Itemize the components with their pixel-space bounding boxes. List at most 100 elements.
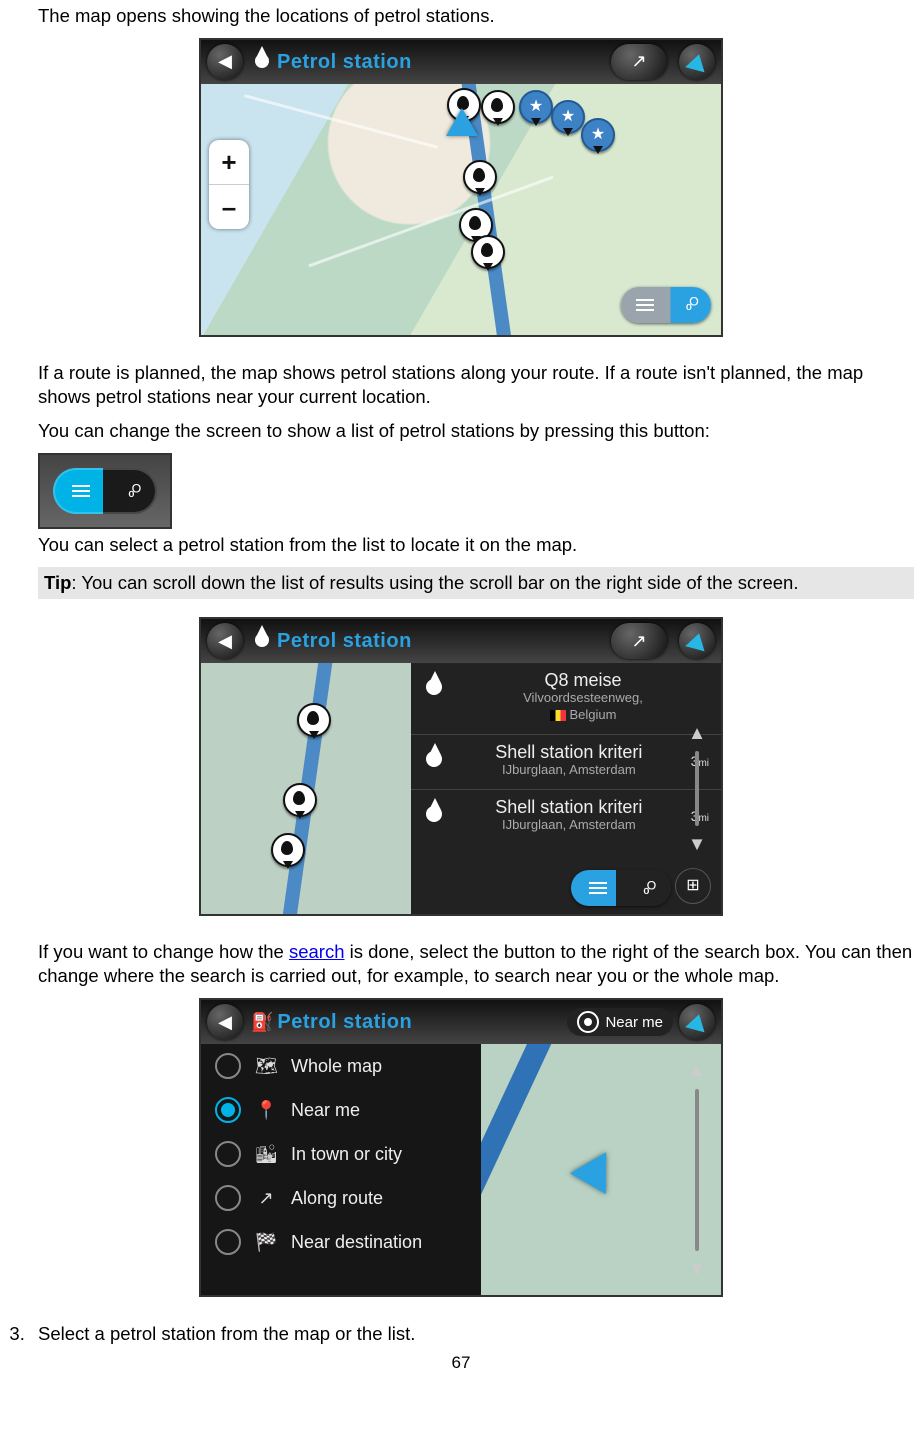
result-subtitle: IJburglaan, Amsterdam	[457, 762, 681, 779]
map-list-toggle[interactable]: ៰ᴼ	[571, 870, 671, 906]
option-label: Whole map	[291, 1055, 382, 1078]
radio-selected-icon	[215, 1097, 241, 1123]
scope-option-whole-map[interactable]: 🗺 Whole map	[201, 1044, 481, 1088]
radio-icon	[215, 1141, 241, 1167]
screenshot-map-petrol: ◀ Petrol station ↗ + – ★ ★ ★	[199, 38, 723, 337]
favorite-pin[interactable]: ★	[519, 90, 553, 124]
option-label: Near me	[291, 1099, 360, 1122]
pins-icon: ៰ᴼ	[128, 480, 138, 503]
back-button[interactable]: ◀	[207, 623, 243, 659]
zoom-in-button[interactable]: +	[209, 140, 249, 185]
list-item[interactable]: Q8 meise Vilvoordsesteenweg, Belgium	[411, 663, 721, 735]
target-icon	[577, 1011, 599, 1033]
city-icon: 🏙	[255, 1143, 277, 1166]
scope-current-pill[interactable]: Near me	[567, 1008, 673, 1036]
compass-button[interactable]	[679, 623, 715, 659]
petrol-pin[interactable]	[481, 90, 515, 124]
petrol-drop-icon	[423, 673, 447, 701]
route-line	[481, 1044, 561, 1295]
result-subtitle: Vilvoordsesteenweg,	[457, 690, 709, 707]
tip-label: Tip	[44, 572, 71, 593]
search-top-bar: ◀ ⛽ Petrol station Near me	[201, 1000, 721, 1044]
scroll-bar[interactable]: ▲ ▼	[681, 1058, 713, 1281]
step-3: Select a petrol station from the map or …	[30, 1322, 922, 1346]
scope-option-near-destination[interactable]: 🏁 Near destination	[201, 1220, 481, 1264]
current-location-chevron	[446, 108, 478, 136]
radio-icon	[215, 1229, 241, 1255]
list-toggle-button[interactable]: ៰ᴼ	[53, 468, 157, 514]
search-label[interactable]: Petrol station	[277, 49, 412, 75]
search-scope-paragraph: If you want to change how the search is …	[38, 940, 914, 988]
favorite-pin[interactable]: ★	[551, 100, 585, 134]
map-panel[interactable]: ▲ ▼	[481, 1044, 721, 1295]
result-country: Belgium	[457, 707, 709, 724]
radio-icon	[215, 1185, 241, 1211]
destination-flag-icon: 🏁	[255, 1231, 277, 1254]
map-panel[interactable]	[201, 663, 411, 914]
search-label[interactable]: Petrol station	[277, 628, 412, 654]
hamburger-icon	[589, 879, 607, 897]
route-scope-button[interactable]: ↗	[611, 44, 667, 80]
petrol-pin[interactable]	[283, 783, 317, 817]
tip-text: : You can scroll down the list of result…	[71, 572, 798, 593]
list-item[interactable]: Shell station kriteri IJburglaan, Amster…	[411, 790, 721, 844]
hamburger-icon	[636, 296, 654, 314]
petrol-drop-icon	[253, 629, 271, 653]
hamburger-icon	[72, 482, 90, 500]
intro-paragraph: The map opens showing the locations of p…	[38, 4, 914, 28]
petrol-pin[interactable]	[463, 160, 497, 194]
map-icon: 🗺	[255, 1055, 277, 1078]
scroll-up-icon[interactable]: ▲	[688, 1058, 706, 1082]
scroll-track[interactable]	[695, 751, 699, 826]
scope-option-near-me[interactable]: 📍 Near me	[201, 1088, 481, 1132]
scroll-track[interactable]	[695, 1089, 699, 1252]
search-top-bar: ◀ Petrol station ↗	[201, 40, 721, 84]
results-list: Q8 meise Vilvoordsesteenweg, Belgium She…	[411, 663, 721, 914]
list-select-paragraph: You can select a petrol station from the…	[38, 533, 914, 557]
scroll-down-icon[interactable]: ▼	[688, 832, 706, 856]
petrol-pin[interactable]	[471, 235, 505, 269]
scope-option-along-route[interactable]: ↗ Along route	[201, 1176, 481, 1220]
scope-option-town[interactable]: 🏙 In town or city	[201, 1132, 481, 1176]
map-list-toggle[interactable]: ៰ᴼ	[621, 287, 711, 323]
tip-box: Tip: You can scroll down the list of res…	[38, 567, 914, 599]
list-item[interactable]: Shell station kriteri IJburglaan, Amster…	[411, 735, 721, 790]
back-button[interactable]: ◀	[207, 1004, 243, 1040]
option-label: In town or city	[291, 1143, 402, 1166]
list-toggle-screenshot: ៰ᴼ	[38, 453, 172, 529]
back-button[interactable]: ◀	[207, 44, 243, 80]
pins-icon: ៰ᴼ	[685, 293, 695, 316]
compass-button[interactable]	[679, 1004, 715, 1040]
zoom-out-button[interactable]: –	[209, 185, 249, 229]
route-icon: ↗	[255, 1187, 277, 1210]
page-number: 67	[0, 1352, 922, 1374]
route-explain-paragraph: If a route is planned, the map shows pet…	[38, 361, 914, 409]
result-subtitle: IJburglaan, Amsterdam	[457, 817, 681, 834]
scroll-bar[interactable]: ▲ ▼	[681, 721, 713, 856]
keyboard-grid-button[interactable]: ⊞	[675, 868, 711, 904]
current-location-chevron	[570, 1142, 624, 1194]
option-label: Near destination	[291, 1231, 422, 1254]
compass-icon	[685, 52, 708, 73]
petrol-pin[interactable]	[297, 703, 331, 737]
screenshot-petrol-list: ◀ Petrol station ↗ Q8 meise Vilvoordse	[199, 617, 723, 916]
result-name: Shell station kriteri	[457, 743, 681, 762]
radio-icon	[215, 1053, 241, 1079]
compass-button[interactable]	[679, 44, 715, 80]
petrol-drop-icon	[253, 50, 271, 74]
belgium-flag-icon	[550, 710, 566, 721]
favorite-pin[interactable]: ★	[581, 118, 615, 152]
zoom-control[interactable]: + –	[209, 140, 249, 229]
numbered-step-list: Select a petrol station from the map or …	[0, 1322, 922, 1346]
pins-icon: ៰ᴼ	[643, 877, 653, 900]
petrol-pump-icon: ⛽	[251, 1011, 273, 1034]
route-scope-button[interactable]: ↗	[611, 623, 667, 659]
scope-menu: 🗺 Whole map 📍 Near me 🏙 In town or city …	[201, 1044, 481, 1295]
search-label[interactable]: Petrol station	[277, 1009, 412, 1035]
result-name: Shell station kriteri	[457, 798, 681, 817]
scroll-down-icon[interactable]: ▼	[688, 1257, 706, 1281]
scroll-up-icon[interactable]: ▲	[688, 721, 706, 745]
search-link[interactable]: search	[289, 941, 345, 962]
option-label: Along route	[291, 1187, 383, 1210]
petrol-drop-icon	[423, 800, 447, 828]
